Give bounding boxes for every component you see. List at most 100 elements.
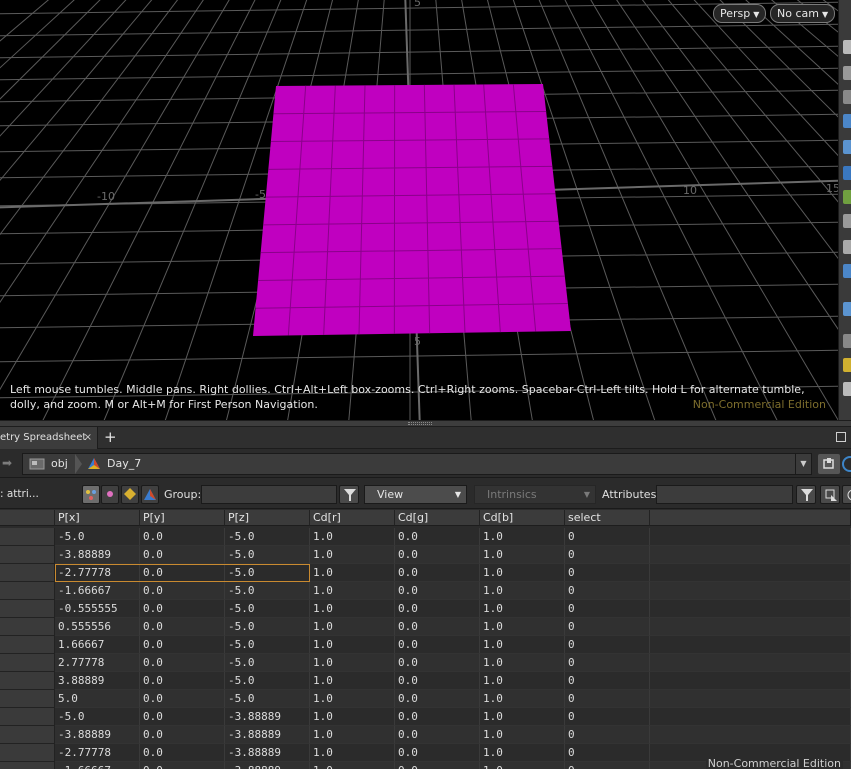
pane-splitter[interactable] — [0, 420, 851, 427]
attributes-input[interactable] — [656, 485, 793, 504]
add-tab-button[interactable]: + — [104, 427, 117, 448]
table-cell[interactable]: 0.0 — [140, 618, 225, 636]
table-cell[interactable]: 1.0 — [310, 744, 395, 762]
table-cell[interactable]: 1.0 — [310, 618, 395, 636]
table-cell[interactable]: -5.0 — [225, 690, 310, 708]
table-cell[interactable]: 1.0 — [480, 618, 565, 636]
row-index-cell[interactable] — [0, 672, 55, 690]
link-ring-icon[interactable] — [842, 456, 851, 472]
table-cell[interactable]: 1.0 — [310, 708, 395, 726]
table-cell[interactable]: 1.0 — [310, 654, 395, 672]
table-cell[interactable]: 1.0 — [310, 690, 395, 708]
maximize-pane-icon[interactable] — [836, 432, 846, 442]
table-cell[interactable]: -3.88889 — [55, 546, 140, 564]
table-cell[interactable]: -3.88889 — [225, 726, 310, 744]
splitter-grip-icon[interactable] — [408, 422, 432, 425]
table-cell[interactable]: 0.0 — [395, 744, 480, 762]
table-cell[interactable]: 1.0 — [310, 672, 395, 690]
group-filter-button[interactable] — [339, 485, 359, 504]
table-row[interactable]: 0.555556 0.0 -5.0 1.0 0.0 1.0 0 — [0, 618, 851, 636]
shading-tool-icon[interactable] — [843, 166, 851, 180]
table-cell[interactable]: -3.88889 — [225, 744, 310, 762]
select-tool-icon[interactable] — [843, 40, 851, 54]
table-cell[interactable]: 1.0 — [310, 582, 395, 600]
table-row[interactable]: -5.0 0.0 -5.0 1.0 0.0 1.0 0 — [0, 528, 851, 546]
scene-viewport[interactable]: -10 -5 10 15 5 5 Persp ▼ No cam ▼ Left mou… — [0, 0, 838, 420]
table-cell[interactable]: 5.0 — [55, 690, 140, 708]
table-cell[interactable]: 0.0 — [395, 708, 480, 726]
row-index-cell[interactable] — [0, 618, 55, 636]
table-cell[interactable]: 0.0 — [395, 672, 480, 690]
table-cell[interactable]: -5.0 — [55, 708, 140, 726]
table-row[interactable]: 3.88889 0.0 -5.0 1.0 0.0 1.0 0 — [0, 672, 851, 690]
row-index-cell[interactable] — [0, 744, 55, 762]
table-cell[interactable]: 1.0 — [480, 528, 565, 546]
table-cell[interactable]: 0 — [565, 744, 650, 762]
table-cell[interactable]: 0.0 — [140, 708, 225, 726]
persp-menu-button[interactable]: Persp ▼ — [713, 4, 767, 23]
table-cell[interactable]: 0.0 — [395, 636, 480, 654]
ghost-tool-icon[interactable] — [843, 264, 851, 278]
table-cell[interactable]: -3.88889 — [55, 726, 140, 744]
vertices-filter-button[interactable] — [101, 485, 119, 504]
table-cell[interactable]: 3.88889 — [55, 672, 140, 690]
group-input[interactable] — [201, 485, 337, 504]
table-cell[interactable]: 0.0 — [140, 690, 225, 708]
table-cell[interactable]: 0 — [565, 708, 650, 726]
table-cell[interactable]: 1.0 — [480, 600, 565, 618]
table-cell[interactable]: 1.0 — [480, 744, 565, 762]
arrow-right-icon[interactable]: ➡ — [2, 456, 12, 470]
table-cell[interactable]: 0 — [565, 762, 650, 769]
table-row[interactable]: -0.555555 0.0 -5.0 1.0 0.0 1.0 0 — [0, 600, 851, 618]
column-header[interactable]: Cd[g] — [395, 510, 480, 526]
table-cell[interactable]: 0 — [565, 564, 650, 582]
table-cell[interactable]: 0.0 — [395, 564, 480, 582]
table-cell[interactable]: 1.0 — [480, 690, 565, 708]
table-cell[interactable]: 1.0 — [480, 546, 565, 564]
table-cell[interactable]: 0.0 — [140, 546, 225, 564]
table-cell[interactable]: -5.0 — [225, 618, 310, 636]
table-cell[interactable]: 1.0 — [480, 726, 565, 744]
lights-tool-icon[interactable] — [843, 358, 851, 372]
row-index-cell[interactable] — [0, 654, 55, 672]
table-cell[interactable]: 0.0 — [140, 636, 225, 654]
table-cell[interactable]: 0.0 — [140, 582, 225, 600]
column-header[interactable]: Cd[b] — [480, 510, 565, 526]
geometry-spreadsheet-table[interactable]: P[x] P[y] P[z] Cd[r] Cd[g] Cd[b] select -5.0 0.… — [0, 510, 851, 769]
row-index-cell[interactable] — [0, 690, 55, 708]
info-tool-icon[interactable] — [843, 334, 851, 348]
table-cell[interactable]: 2.77778 — [55, 654, 140, 672]
table-cell[interactable]: 1.0 — [480, 762, 565, 769]
table-cell[interactable]: 0 — [565, 618, 650, 636]
row-index-cell[interactable] — [0, 762, 55, 769]
row-index-cell[interactable] — [0, 582, 55, 600]
table-cell[interactable]: 0.0 — [140, 654, 225, 672]
row-index-cell[interactable] — [0, 600, 55, 618]
move-tool-icon[interactable] — [843, 66, 851, 80]
primitives-filter-button[interactable] — [121, 485, 139, 504]
table-cell[interactable]: 0.0 — [395, 546, 480, 564]
view-select[interactable]: View ▼ — [364, 485, 467, 504]
column-header[interactable]: select — [565, 510, 650, 526]
table-cell[interactable]: -5.0 — [225, 600, 310, 618]
breadcrumb-obj[interactable]: obj — [51, 454, 68, 474]
table-cell[interactable]: 0.0 — [395, 690, 480, 708]
detail-filter-button[interactable] — [141, 485, 159, 504]
table-cell[interactable]: -5.0 — [225, 528, 310, 546]
table-cell[interactable]: 1.0 — [480, 582, 565, 600]
points-filter-button[interactable] — [82, 485, 100, 504]
table-cell[interactable]: 0 — [565, 672, 650, 690]
table-cell[interactable]: 1.0 — [480, 654, 565, 672]
table-cell[interactable]: 0 — [565, 582, 650, 600]
table-row[interactable]: -3.88889 0.0 -3.88889 1.0 0.0 1.0 0 — [0, 726, 851, 744]
table-cell[interactable]: 0.0 — [140, 600, 225, 618]
table-cell[interactable]: 0.0 — [395, 726, 480, 744]
table-cell[interactable]: 0 — [565, 600, 650, 618]
table-cell[interactable]: 0.0 — [140, 762, 225, 769]
table-row[interactable]: -3.88889 0.0 -5.0 1.0 0.0 1.0 0 — [0, 546, 851, 564]
table-cell[interactable]: 0.555556 — [55, 618, 140, 636]
table-row[interactable]: -1.66667 0.0 -5.0 1.0 0.0 1.0 0 — [0, 582, 851, 600]
table-cell[interactable]: 0.0 — [140, 564, 225, 582]
row-index-cell[interactable] — [0, 564, 55, 582]
camera-menu-button[interactable]: No cam ▼ — [770, 4, 836, 23]
